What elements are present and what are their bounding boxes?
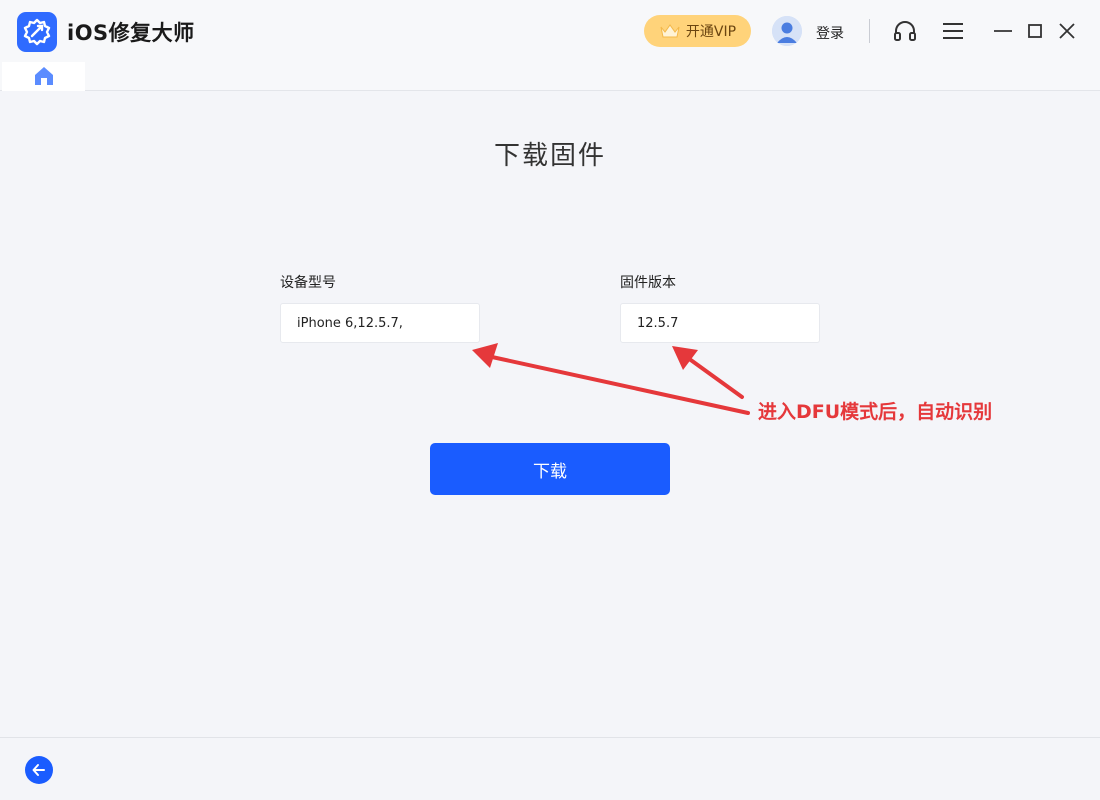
tab-strip	[0, 62, 1100, 91]
footer	[0, 737, 1100, 800]
home-icon	[35, 67, 53, 85]
annotation-arrow-left	[472, 343, 750, 415]
app-logo-icon	[17, 12, 57, 52]
annotation-text: 进入DFU模式后，自动识别	[758, 401, 993, 423]
menu-icon	[943, 23, 963, 39]
app-title: iOS修复大师	[67, 21, 195, 45]
page-title: 下载固件	[493, 141, 606, 171]
tab-home[interactable]	[2, 62, 85, 91]
avatar-icon	[772, 16, 802, 46]
login-link[interactable]: 登录	[816, 23, 844, 43]
header-divider	[869, 19, 870, 43]
firmware-version-input[interactable]	[620, 303, 820, 343]
maximize-icon	[1028, 24, 1042, 38]
close-button[interactable]	[1054, 18, 1080, 44]
avatar[interactable]	[772, 16, 802, 46]
menu-button[interactable]	[940, 18, 966, 44]
back-button[interactable]	[25, 756, 53, 784]
vip-label: 开通VIP	[685, 24, 737, 40]
headset-icon	[894, 21, 916, 41]
close-icon	[1059, 23, 1075, 39]
firmware-version-label: 固件版本	[620, 275, 676, 291]
annotation-arrow-right	[672, 346, 744, 399]
device-model-input[interactable]	[280, 303, 480, 343]
minimize-button[interactable]	[990, 18, 1016, 44]
arrow-left-icon	[32, 764, 45, 776]
vip-button[interactable]: 开通VIP	[644, 15, 751, 47]
device-model-label: 设备型号	[280, 275, 336, 291]
title-bar: iOS修复大师 开通VIP 登录	[0, 0, 1100, 62]
minimize-icon	[994, 30, 1012, 32]
download-button[interactable]: 下载	[430, 443, 670, 495]
maximize-button[interactable]	[1022, 18, 1048, 44]
crown-icon	[660, 24, 680, 38]
support-button[interactable]	[892, 18, 918, 44]
